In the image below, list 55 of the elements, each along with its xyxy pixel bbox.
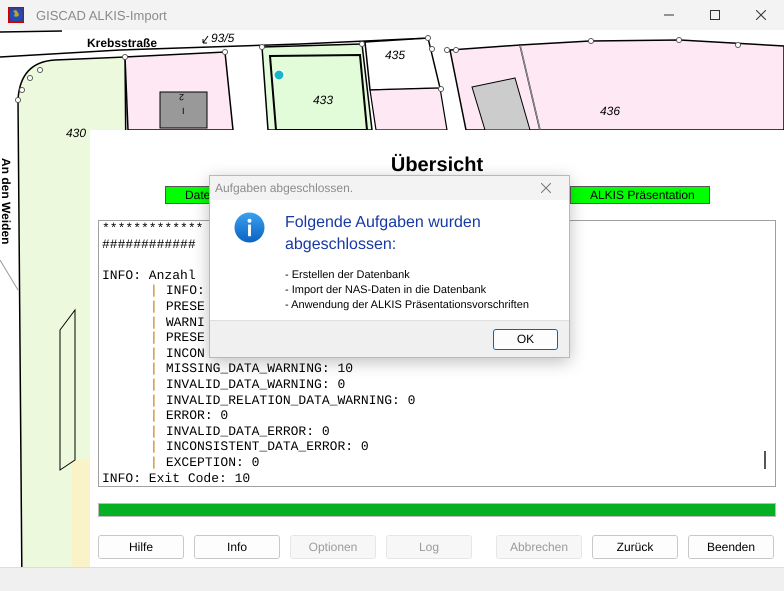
dialog-heading: Folgende Aufgaben wurden abgeschlossen: <box>285 213 482 255</box>
action-button[interactable]: Info <box>194 535 280 559</box>
log-line: INFO: Exit Code: 10 <box>102 470 250 486</box>
log-marker: | <box>150 283 158 299</box>
parcel-number: 435 <box>385 48 406 62</box>
log-line: PRESE <box>166 298 205 315</box>
log-line: ERROR: 0 <box>166 408 228 424</box>
close-icon <box>541 183 551 193</box>
maximize-icon <box>710 10 720 20</box>
task-item: - Erstellen der Datenbank <box>285 268 411 283</box>
log-marker: | <box>150 376 158 393</box>
log-line: INCONSISTENT_DATA_ERROR: 0 <box>166 439 369 455</box>
task-item: - Import der NAS-Daten in die Datenbank <box>285 283 488 298</box>
parcel-number: 430 <box>66 126 86 140</box>
ok-button[interactable]: OK <box>493 328 558 350</box>
log-line: EXCEPTION: 0 <box>166 454 260 470</box>
action-button[interactable]: Zurück <box>592 535 678 559</box>
parcel-number: 93/5 <box>211 31 234 45</box>
globe-icon <box>8 7 24 23</box>
log-line: PRESE <box>166 330 205 346</box>
street-label: An den Weiden <box>0 158 14 244</box>
log-marker: | <box>150 439 158 455</box>
step-label: ALKIS Präsentation <box>570 186 710 204</box>
log-line: INVALID_DATA_WARNING: 0 <box>166 376 346 393</box>
action-button[interactable]: Beenden <box>688 535 774 559</box>
log-marker: | <box>150 314 158 330</box>
log-line: ############ <box>102 236 196 252</box>
log-marker: | <box>150 424 158 440</box>
log-marker: | <box>150 454 158 470</box>
task-item: - Anwendung der ALKIS Präsentationsvorschriften <box>285 298 530 313</box>
building-label: I <box>182 106 185 116</box>
log-marker: | <box>150 330 158 346</box>
street-label: Krebsstraße <box>87 36 158 50</box>
log-line: ************* <box>102 221 204 237</box>
panel-heading: Übersicht <box>390 153 484 177</box>
info-icon <box>234 212 265 243</box>
log-marker: | <box>150 346 158 362</box>
log-line: INFO: Anzahl <box>102 268 196 284</box>
action-button[interactable]: Hilfe <box>98 535 184 559</box>
close-icon <box>756 10 766 20</box>
parcel-number: 433 <box>313 93 334 107</box>
log-marker: | <box>150 298 158 315</box>
log-line: INVALID_DATA_ERROR: 0 <box>166 424 330 440</box>
window-title: GISCAD ALKIS-Import <box>36 8 168 22</box>
log-line: INVALID_RELATION_DATA_WARNING: 0 <box>166 392 416 408</box>
log-line: INCON <box>166 346 205 362</box>
scrollbar-thumb[interactable] <box>764 451 766 469</box>
log-line: WARNI <box>166 314 205 330</box>
log-marker: | <box>150 392 158 408</box>
log-marker: | <box>150 408 158 424</box>
log-line: INFO: <box>166 283 205 299</box>
log-line: MISSING_DATA_WARNING: 10 <box>166 361 354 377</box>
log-marker: | <box>150 361 158 377</box>
parcel-number: 436 <box>600 104 620 118</box>
building-label: 2 <box>178 92 184 102</box>
